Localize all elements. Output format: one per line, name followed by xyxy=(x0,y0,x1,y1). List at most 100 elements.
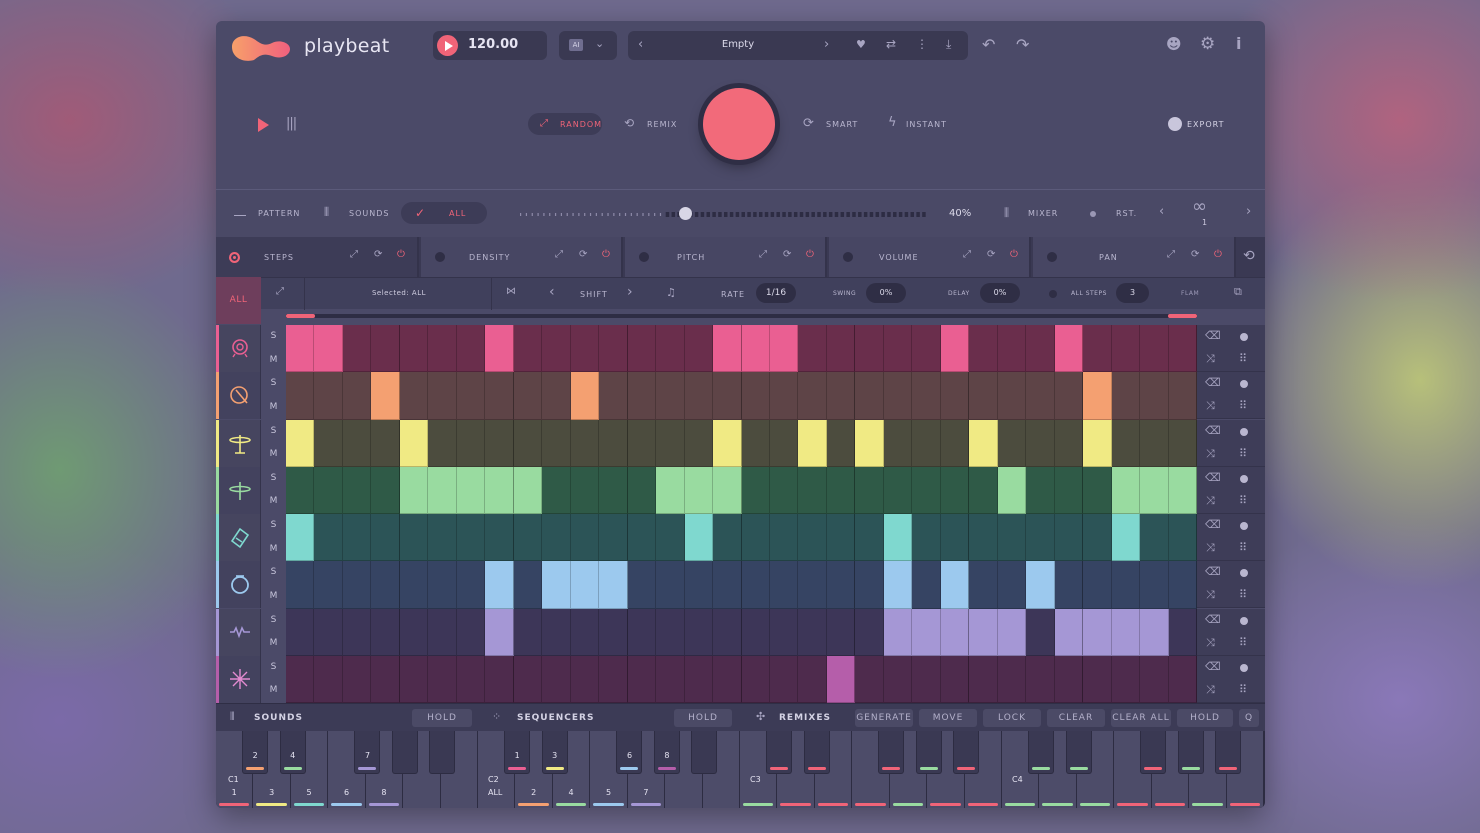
step-inactive[interactable] xyxy=(969,325,998,373)
step-inactive[interactable] xyxy=(684,608,714,656)
step-active[interactable] xyxy=(1083,419,1112,467)
step-inactive[interactable] xyxy=(713,655,742,703)
search-button[interactable]: Q xyxy=(1239,709,1259,727)
step-inactive[interactable] xyxy=(286,655,315,703)
step-inactive[interactable] xyxy=(656,561,685,609)
community-icon[interactable]: ☻ xyxy=(1166,37,1182,52)
step-inactive[interactable] xyxy=(542,514,571,562)
step-inactive[interactable] xyxy=(798,372,827,420)
step-inactive[interactable] xyxy=(570,325,600,373)
step-inactive[interactable] xyxy=(513,325,543,373)
step-inactive[interactable] xyxy=(741,466,770,514)
step-inactive[interactable] xyxy=(428,514,457,562)
reset-icon[interactable]: ⟳ xyxy=(579,250,587,260)
track-4-solo-button[interactable]: S xyxy=(261,473,286,483)
reset-button[interactable]: RST. xyxy=(1116,209,1137,218)
step-active[interactable] xyxy=(286,419,315,467)
step-inactive[interactable] xyxy=(428,372,457,420)
step-active[interactable] xyxy=(969,419,998,467)
step-inactive[interactable] xyxy=(627,466,657,514)
ai-dropdown[interactable]: AI ⌄ xyxy=(559,31,617,60)
step-inactive[interactable] xyxy=(912,325,941,373)
generate-button[interactable] xyxy=(703,88,775,160)
step-inactive[interactable] xyxy=(798,655,827,703)
gear-icon[interactable]: ⚙ xyxy=(1200,36,1215,53)
step-inactive[interactable] xyxy=(1054,466,1084,514)
step-inactive[interactable] xyxy=(342,372,372,420)
step-inactive[interactable] xyxy=(684,419,714,467)
power-icon[interactable]: ⏻ xyxy=(806,250,814,260)
track-6-mute-button[interactable]: M xyxy=(261,591,286,601)
step-inactive[interactable] xyxy=(1083,561,1112,609)
step-inactive[interactable] xyxy=(627,419,657,467)
step-inactive[interactable] xyxy=(428,655,457,703)
all-steps-value[interactable]: 3 xyxy=(1116,283,1149,303)
track-5-solo-button[interactable]: S xyxy=(261,520,286,530)
step-inactive[interactable] xyxy=(371,655,400,703)
step-inactive[interactable] xyxy=(713,561,742,609)
dot-icon[interactable] xyxy=(1240,522,1248,530)
move-button[interactable]: MOVE xyxy=(919,709,977,727)
shuffle-icon[interactable]: ⤨ xyxy=(1206,448,1215,459)
step-inactive[interactable] xyxy=(1168,561,1197,609)
step-inactive[interactable] xyxy=(1111,325,1141,373)
step-inactive[interactable] xyxy=(371,325,400,373)
drag-handle-icon[interactable]: ⠿ xyxy=(1239,353,1247,364)
step-inactive[interactable] xyxy=(342,561,372,609)
track-5-icon-cell[interactable] xyxy=(216,514,261,561)
step-inactive[interactable] xyxy=(713,608,742,656)
step-active[interactable] xyxy=(314,325,343,373)
track-7-solo-button[interactable]: S xyxy=(261,615,286,625)
dot-icon[interactable] xyxy=(1240,333,1248,341)
step-active[interactable] xyxy=(485,608,514,656)
step-inactive[interactable] xyxy=(969,466,998,514)
step-inactive[interactable] xyxy=(883,419,913,467)
step-inactive[interactable] xyxy=(684,561,714,609)
clear-button[interactable]: CLEAR xyxy=(1047,709,1105,727)
step-active[interactable] xyxy=(1083,608,1112,656)
track-1-mute-button[interactable]: M xyxy=(261,355,286,365)
black-key[interactable]: 1 xyxy=(504,731,531,774)
random-button[interactable]: ⤢ RANDOM xyxy=(528,113,602,135)
track-2-mute-button[interactable]: M xyxy=(261,402,286,412)
step-inactive[interactable] xyxy=(769,419,799,467)
step-inactive[interactable] xyxy=(513,561,543,609)
random-icon[interactable]: ⤢ xyxy=(1167,250,1175,260)
tempo-control[interactable]: 120.00 xyxy=(433,31,547,60)
step-inactive[interactable] xyxy=(570,466,600,514)
black-key[interactable]: 2 xyxy=(242,731,269,774)
step-active[interactable] xyxy=(940,608,970,656)
step-grid[interactable] xyxy=(286,325,1197,703)
step-inactive[interactable] xyxy=(1054,514,1084,562)
step-inactive[interactable] xyxy=(969,372,998,420)
step-inactive[interactable] xyxy=(1140,419,1169,467)
step-inactive[interactable] xyxy=(741,372,770,420)
step-inactive[interactable] xyxy=(940,372,970,420)
step-inactive[interactable] xyxy=(456,561,486,609)
step-active[interactable] xyxy=(485,561,514,609)
step-inactive[interactable] xyxy=(286,466,315,514)
track-2-icon-cell[interactable] xyxy=(216,372,261,420)
generate-button[interactable]: GENERATE xyxy=(855,709,913,727)
step-inactive[interactable] xyxy=(513,655,543,703)
step-inactive[interactable] xyxy=(314,561,343,609)
step-active[interactable] xyxy=(428,466,457,514)
step-inactive[interactable] xyxy=(855,325,884,373)
heart-icon[interactable]: ♥ xyxy=(856,39,866,50)
step-inactive[interactable] xyxy=(997,325,1027,373)
step-active[interactable] xyxy=(570,561,600,609)
tab-volume[interactable]: VOLUME ⤢ ⟳ ⏻ xyxy=(829,237,1031,277)
step-inactive[interactable] xyxy=(627,608,657,656)
black-key[interactable]: 3 xyxy=(541,731,568,774)
step-inactive[interactable] xyxy=(1083,325,1112,373)
drag-handle-icon[interactable]: ⠿ xyxy=(1239,542,1247,553)
step-inactive[interactable] xyxy=(399,608,429,656)
step-active[interactable] xyxy=(1054,608,1084,656)
step-active[interactable] xyxy=(399,419,429,467)
step-active[interactable] xyxy=(1140,466,1169,514)
step-inactive[interactable] xyxy=(1168,325,1197,373)
step-inactive[interactable] xyxy=(855,372,884,420)
step-active[interactable] xyxy=(883,608,913,656)
random-icon[interactable]: ⤢ xyxy=(963,250,971,260)
loop-end-marker[interactable] xyxy=(1168,314,1197,318)
